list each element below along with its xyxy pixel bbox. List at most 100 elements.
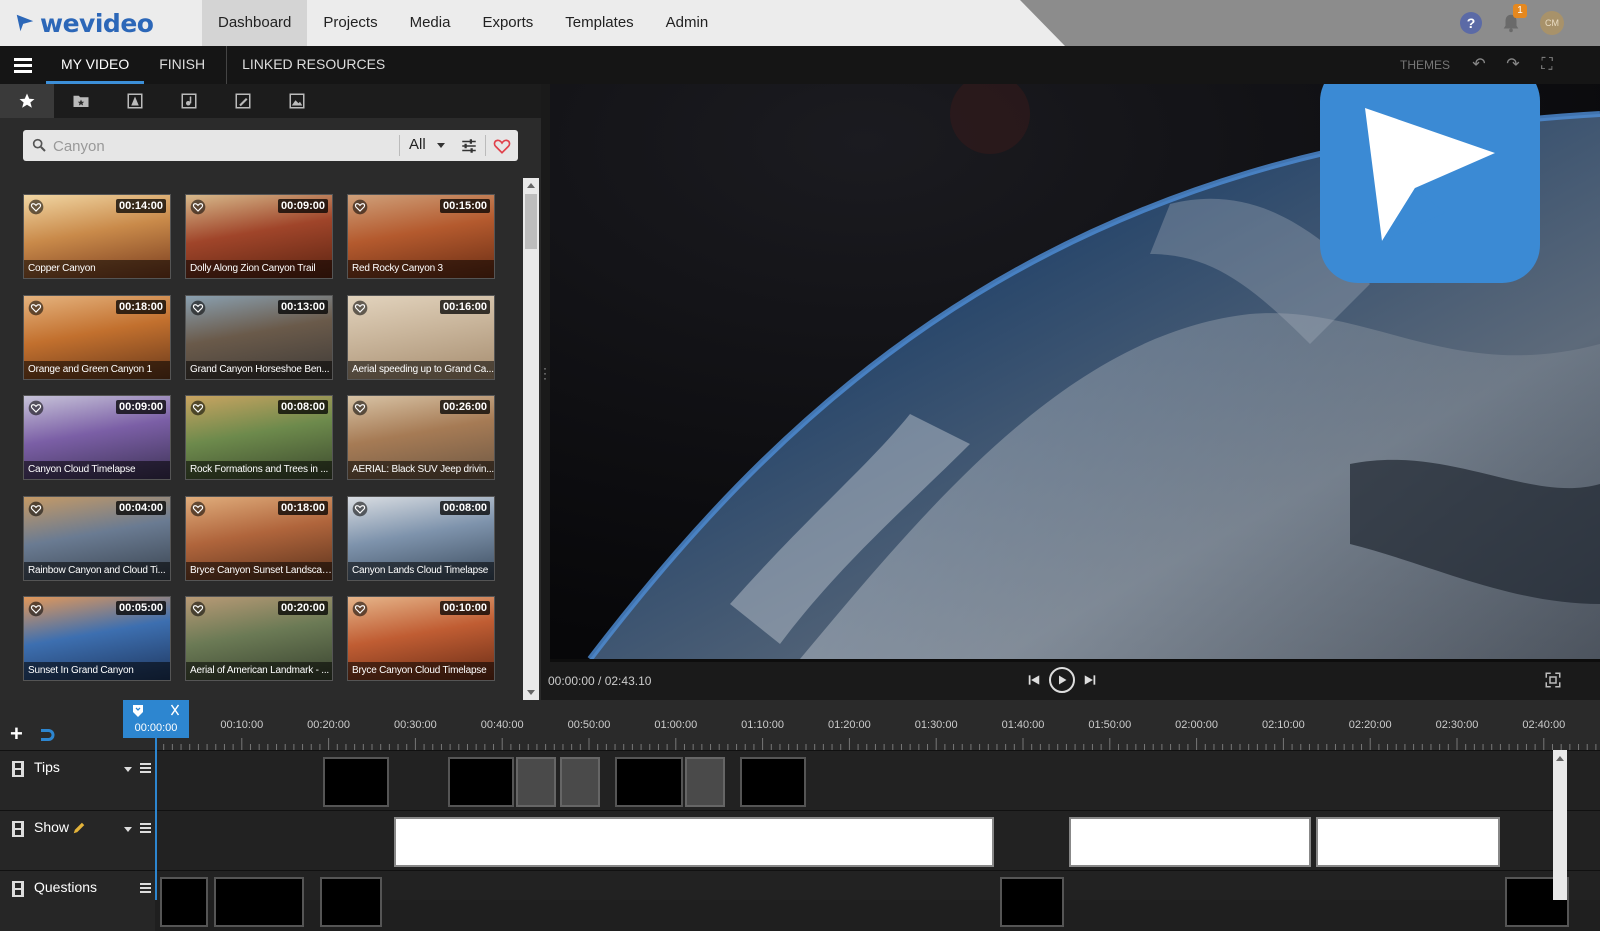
timeline-ruler[interactable]: + 00:10:00 00:20:00 00:30:00 00:40:00 00:50:… — [0, 700, 1600, 750]
track-name[interactable]: Show — [34, 819, 69, 835]
panel-splitter[interactable]: · · · — [541, 84, 550, 700]
media-thumbnail[interactable]: 00:05:00 Sunset In Grand Canyon — [23, 596, 171, 681]
wevideo-logo[interactable]: wevideo — [14, 8, 154, 38]
themes-button[interactable]: THEMES — [1400, 58, 1450, 72]
redo-icon[interactable]: ↷ — [1504, 56, 1522, 74]
track-name[interactable]: Questions — [34, 879, 97, 895]
media-thumbnail[interactable]: 00:09:00 Canyon Cloud Timelapse — [23, 395, 171, 480]
timeline-clip[interactable] — [740, 757, 806, 807]
media-thumbnail[interactable]: 00:26:00 AERIAL: Black SUV Jeep drivin... — [347, 395, 495, 480]
marker-icon[interactable] — [132, 704, 144, 718]
timeline-clip[interactable] — [320, 877, 382, 927]
heart-icon[interactable] — [190, 300, 206, 316]
play-button[interactable] — [1049, 667, 1075, 693]
media-thumbnail[interactable]: 00:15:00 Red Rocky Canyon 3 — [347, 194, 495, 279]
timeline-clip[interactable] — [160, 877, 208, 927]
timeline-clip[interactable] — [615, 757, 683, 807]
skip-forward-icon[interactable] — [1083, 673, 1097, 687]
heart-icon[interactable] — [28, 601, 44, 617]
heart-icon[interactable] — [352, 501, 368, 517]
folder-star-icon[interactable] — [54, 84, 108, 118]
scroll-up-icon[interactable] — [1556, 756, 1564, 761]
timeline-clip[interactable] — [1069, 817, 1311, 867]
chevron-down-icon[interactable] — [124, 827, 132, 832]
snap-magnet-icon[interactable] — [38, 726, 56, 744]
media-thumbnail[interactable]: 00:13:00 Grand Canyon Horseshoe Ben... — [185, 294, 333, 380]
library-scrollbar[interactable] — [523, 178, 539, 700]
track-menu-icon[interactable] — [140, 883, 151, 895]
timeline-scrollbar[interactable] — [1553, 750, 1567, 900]
timeline-clip[interactable] — [1000, 877, 1064, 927]
timeline-clip[interactable] — [214, 877, 304, 927]
media-thumbnail[interactable]: 00:08:00 Canyon Lands Cloud Timelapse — [347, 495, 495, 581]
heart-icon[interactable] — [190, 601, 206, 617]
scroll-thumb[interactable] — [525, 194, 537, 249]
nav-exports[interactable]: Exports — [466, 0, 549, 46]
user-avatar[interactable]: CM — [1540, 11, 1564, 35]
chevron-down-icon[interactable] — [124, 767, 132, 772]
stock-image-icon[interactable] — [108, 84, 162, 118]
heart-icon[interactable] — [28, 501, 44, 517]
help-icon[interactable]: ? — [1460, 12, 1482, 34]
timeline-clip[interactable] — [448, 757, 514, 807]
heart-icon[interactable] — [352, 199, 368, 215]
heart-icon[interactable] — [352, 601, 368, 617]
scissors-icon[interactable] — [169, 704, 181, 718]
menu-icon[interactable] — [14, 58, 32, 73]
tab-finish[interactable]: FINISH — [144, 46, 220, 84]
timeline-clip[interactable] — [560, 757, 600, 807]
tab-my-video[interactable]: MY VIDEO — [46, 46, 145, 84]
nav-admin[interactable]: Admin — [650, 0, 725, 46]
gallery-icon[interactable] — [270, 84, 324, 118]
add-track-icon[interactable]: + — [10, 723, 23, 745]
heart-icon[interactable] — [352, 300, 368, 316]
nav-projects[interactable]: Projects — [307, 0, 393, 46]
media-thumbnail[interactable]: 00:09:00 Dolly Along Zion Canyon Trail — [185, 194, 333, 279]
timeline-clip[interactable] — [323, 757, 389, 807]
edit-image-icon[interactable] — [216, 84, 270, 118]
track-menu-icon[interactable] — [140, 763, 151, 775]
heart-icon[interactable] — [28, 300, 44, 316]
track-menu-icon[interactable] — [140, 823, 151, 835]
heart-icon[interactable] — [190, 501, 206, 517]
timeline-clip[interactable] — [394, 817, 994, 867]
media-type-select[interactable]: All — [409, 136, 426, 153]
timeline-clip[interactable] — [1316, 817, 1500, 867]
stock-audio-icon[interactable] — [162, 84, 216, 118]
search-input[interactable] — [53, 134, 383, 158]
track-name[interactable]: Tips — [34, 759, 60, 775]
preview-frame[interactable] — [550, 84, 1600, 659]
nav-media[interactable]: Media — [394, 0, 467, 46]
nav-templates[interactable]: Templates — [549, 0, 649, 46]
media-thumbnail[interactable]: 00:16:00 Aerial speeding up to Grand Ca..… — [347, 294, 495, 380]
heart-icon[interactable] — [28, 199, 44, 215]
scroll-up-icon[interactable] — [527, 183, 535, 188]
heart-icon[interactable] — [352, 400, 368, 416]
media-thumbnail[interactable]: 00:20:00 Aerial of American Landmark - ..… — [185, 596, 333, 681]
scroll-down-icon[interactable] — [527, 690, 535, 695]
media-thumbnail[interactable]: 00:18:00 Bryce Canyon Sunset Landscape — [185, 495, 333, 581]
heart-icon[interactable] — [190, 400, 206, 416]
tab-linked-resources[interactable]: LINKED RESOURCES — [226, 46, 400, 84]
skip-back-icon[interactable] — [1027, 673, 1041, 687]
heart-icon[interactable] — [28, 400, 44, 416]
media-thumbnail[interactable]: 00:10:00 Bryce Canyon Cloud Timelapse — [347, 596, 495, 681]
timeline-clip[interactable] — [516, 757, 556, 807]
media-thumbnail[interactable]: 00:18:00 Orange and Green Canyon 1 — [23, 294, 171, 380]
expand-preview-icon[interactable] — [1544, 671, 1562, 689]
playhead-handle[interactable]: 00:00:00 — [123, 700, 189, 738]
media-thumbnail[interactable]: 00:14:00 Copper Canyon — [23, 194, 171, 279]
media-thumbnail[interactable]: 00:08:00 Rock Formations and Trees in ... — [185, 395, 333, 480]
nav-dashboard[interactable]: Dashboard — [202, 0, 308, 46]
pencil-icon[interactable] — [72, 821, 86, 835]
timeline-clip[interactable] — [685, 757, 725, 807]
media-thumbnail[interactable]: 00:04:00 Rainbow Canyon and Cloud Ti... — [23, 495, 171, 581]
star-icon[interactable] — [0, 84, 54, 118]
heart-icon[interactable] — [190, 199, 206, 215]
undo-icon[interactable]: ↶ — [1470, 56, 1488, 74]
filter-sliders-icon[interactable] — [460, 137, 478, 155]
chevron-down-icon[interactable] — [437, 143, 445, 148]
drag-handle-icon[interactable]: · · · — [543, 362, 547, 384]
favorites-heart-icon[interactable] — [493, 137, 511, 155]
fullscreen-icon[interactable]: ⛶ — [1538, 56, 1556, 74]
